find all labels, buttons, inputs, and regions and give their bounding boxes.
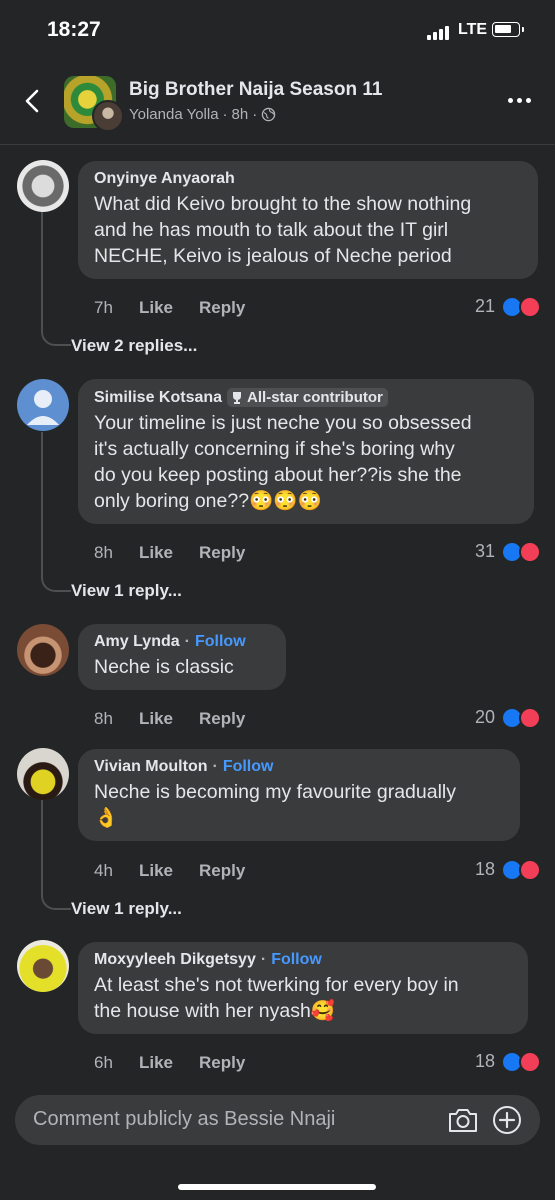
view-replies-link[interactable]: View 1 reply... (71, 899, 182, 919)
back-icon[interactable] (20, 88, 46, 114)
group-title[interactable]: Big Brother Naija Season 11 (129, 79, 382, 101)
commenter-name[interactable]: Vivian Moulton (94, 758, 207, 776)
comment-bubble: Moxyyleeh Dikgetsyy · Follow At least sh… (78, 942, 528, 1034)
reaction-count[interactable]: 21 (475, 296, 495, 317)
like-button[interactable]: Like (139, 709, 199, 729)
reply-button[interactable]: Reply (199, 298, 245, 318)
plus-icon[interactable] (492, 1105, 522, 1135)
reaction-icons[interactable] (501, 1051, 545, 1073)
post-header: Big Brother Naija Season 11 Yolanda Yoll… (0, 62, 555, 145)
love-reaction-icon (519, 541, 541, 563)
default-avatar-icon (27, 390, 59, 425)
avatar[interactable] (17, 160, 69, 212)
comment-time: 4h (94, 861, 113, 880)
post-author[interactable]: Yolanda Yolla (129, 106, 219, 123)
reaction-count[interactable]: 18 (475, 859, 495, 880)
like-button[interactable]: Like (139, 298, 199, 318)
comment-text: Neche is becoming my favourite gradually… (94, 781, 457, 829)
love-reaction-icon (519, 296, 541, 318)
network-label: LTE (458, 21, 488, 38)
reply-button[interactable]: Reply (199, 709, 245, 729)
comment-text: Neche is classic (94, 656, 234, 678)
comment-time: 8h (94, 543, 113, 562)
follow-button[interactable]: Follow (271, 951, 322, 969)
meta-separator: · (252, 106, 258, 123)
reaction-icons[interactable] (501, 541, 545, 563)
thread-line (41, 800, 71, 910)
poster-avatar[interactable] (92, 100, 124, 132)
meta-separator: · (222, 106, 228, 123)
love-reaction-icon (519, 707, 541, 729)
reaction-count[interactable]: 20 (475, 707, 495, 728)
avatar[interactable] (17, 379, 69, 431)
reaction-icons[interactable] (501, 296, 545, 318)
commenter-name[interactable]: Onyinye Anyaorah (94, 170, 235, 188)
thread-line (41, 212, 71, 346)
trophy-icon (233, 391, 242, 404)
home-indicator[interactable] (178, 1184, 376, 1190)
comment-time: 6h (94, 1053, 113, 1072)
avatar[interactable] (17, 748, 69, 800)
like-button[interactable]: Like (139, 543, 199, 563)
avatar[interactable] (17, 940, 69, 992)
comment-bubble: Vivian Moulton · Follow Neche is becomin… (78, 749, 520, 841)
battery-icon (492, 22, 520, 37)
clock: 18:27 (47, 18, 101, 41)
comment-bubble: Similise Kotsana All-star contributor Yo… (78, 379, 534, 524)
comment-text: Your timeline is just neche you so obses… (94, 412, 472, 512)
reply-button[interactable]: Reply (199, 1053, 245, 1073)
comment-actions: 8h Like Reply (94, 543, 245, 563)
comment-actions: 8h Like Reply (94, 709, 245, 729)
follow-button[interactable]: Follow (223, 758, 274, 776)
comment-actions: 7h Like Reply (94, 298, 245, 318)
status-bar: 18:27 LTE (0, 0, 555, 62)
post-age: 8h (231, 106, 249, 123)
reaction-count[interactable]: 18 (475, 1051, 495, 1072)
comment-actions: 6h Like Reply (94, 1053, 245, 1073)
globe-icon (261, 107, 276, 122)
like-button[interactable]: Like (139, 1053, 199, 1073)
reply-button[interactable]: Reply (199, 861, 245, 881)
commenter-name[interactable]: Amy Lynda (94, 633, 180, 651)
camera-icon[interactable] (447, 1105, 479, 1135)
view-replies-link[interactable]: View 1 reply... (71, 581, 182, 601)
comment-time: 8h (94, 709, 113, 728)
avatar[interactable] (17, 624, 69, 676)
reaction-icons[interactable] (501, 707, 545, 729)
reaction-count[interactable]: 31 (475, 541, 495, 562)
commenter-name[interactable]: Moxyyleeh Dikgetsyy (94, 951, 256, 969)
post-meta: Yolanda Yolla · 8h · (129, 106, 276, 123)
comment-text: What did Keivo brought to the show nothi… (94, 193, 472, 267)
comment-bubble: Onyinye Anyaorah What did Keivo brought … (78, 161, 538, 279)
follow-button[interactable]: Follow (195, 633, 246, 651)
comment-actions: 4h Like Reply (94, 861, 245, 881)
contributor-badge: All-star contributor (227, 388, 388, 407)
comment-text: At least she's not twerking for every bo… (94, 974, 459, 1022)
reaction-icons[interactable] (501, 859, 545, 881)
more-icon[interactable] (508, 98, 531, 103)
commenter-name[interactable]: Similise Kotsana (94, 389, 222, 407)
love-reaction-icon (519, 859, 541, 881)
comment-bubble: Amy Lynda · Follow Neche is classic (78, 624, 286, 690)
comment-placeholder[interactable]: Comment publicly as Bessie Nnaji (33, 1108, 335, 1131)
thread-line (41, 432, 71, 592)
comment-time: 7h (94, 298, 113, 317)
reply-button[interactable]: Reply (199, 543, 245, 563)
signal-icon (427, 24, 453, 40)
love-reaction-icon (519, 1051, 541, 1073)
view-replies-link[interactable]: View 2 replies... (71, 336, 197, 356)
comment-input[interactable]: Comment publicly as Bessie Nnaji (15, 1095, 540, 1145)
like-button[interactable]: Like (139, 861, 199, 881)
battery-cap (522, 27, 524, 32)
